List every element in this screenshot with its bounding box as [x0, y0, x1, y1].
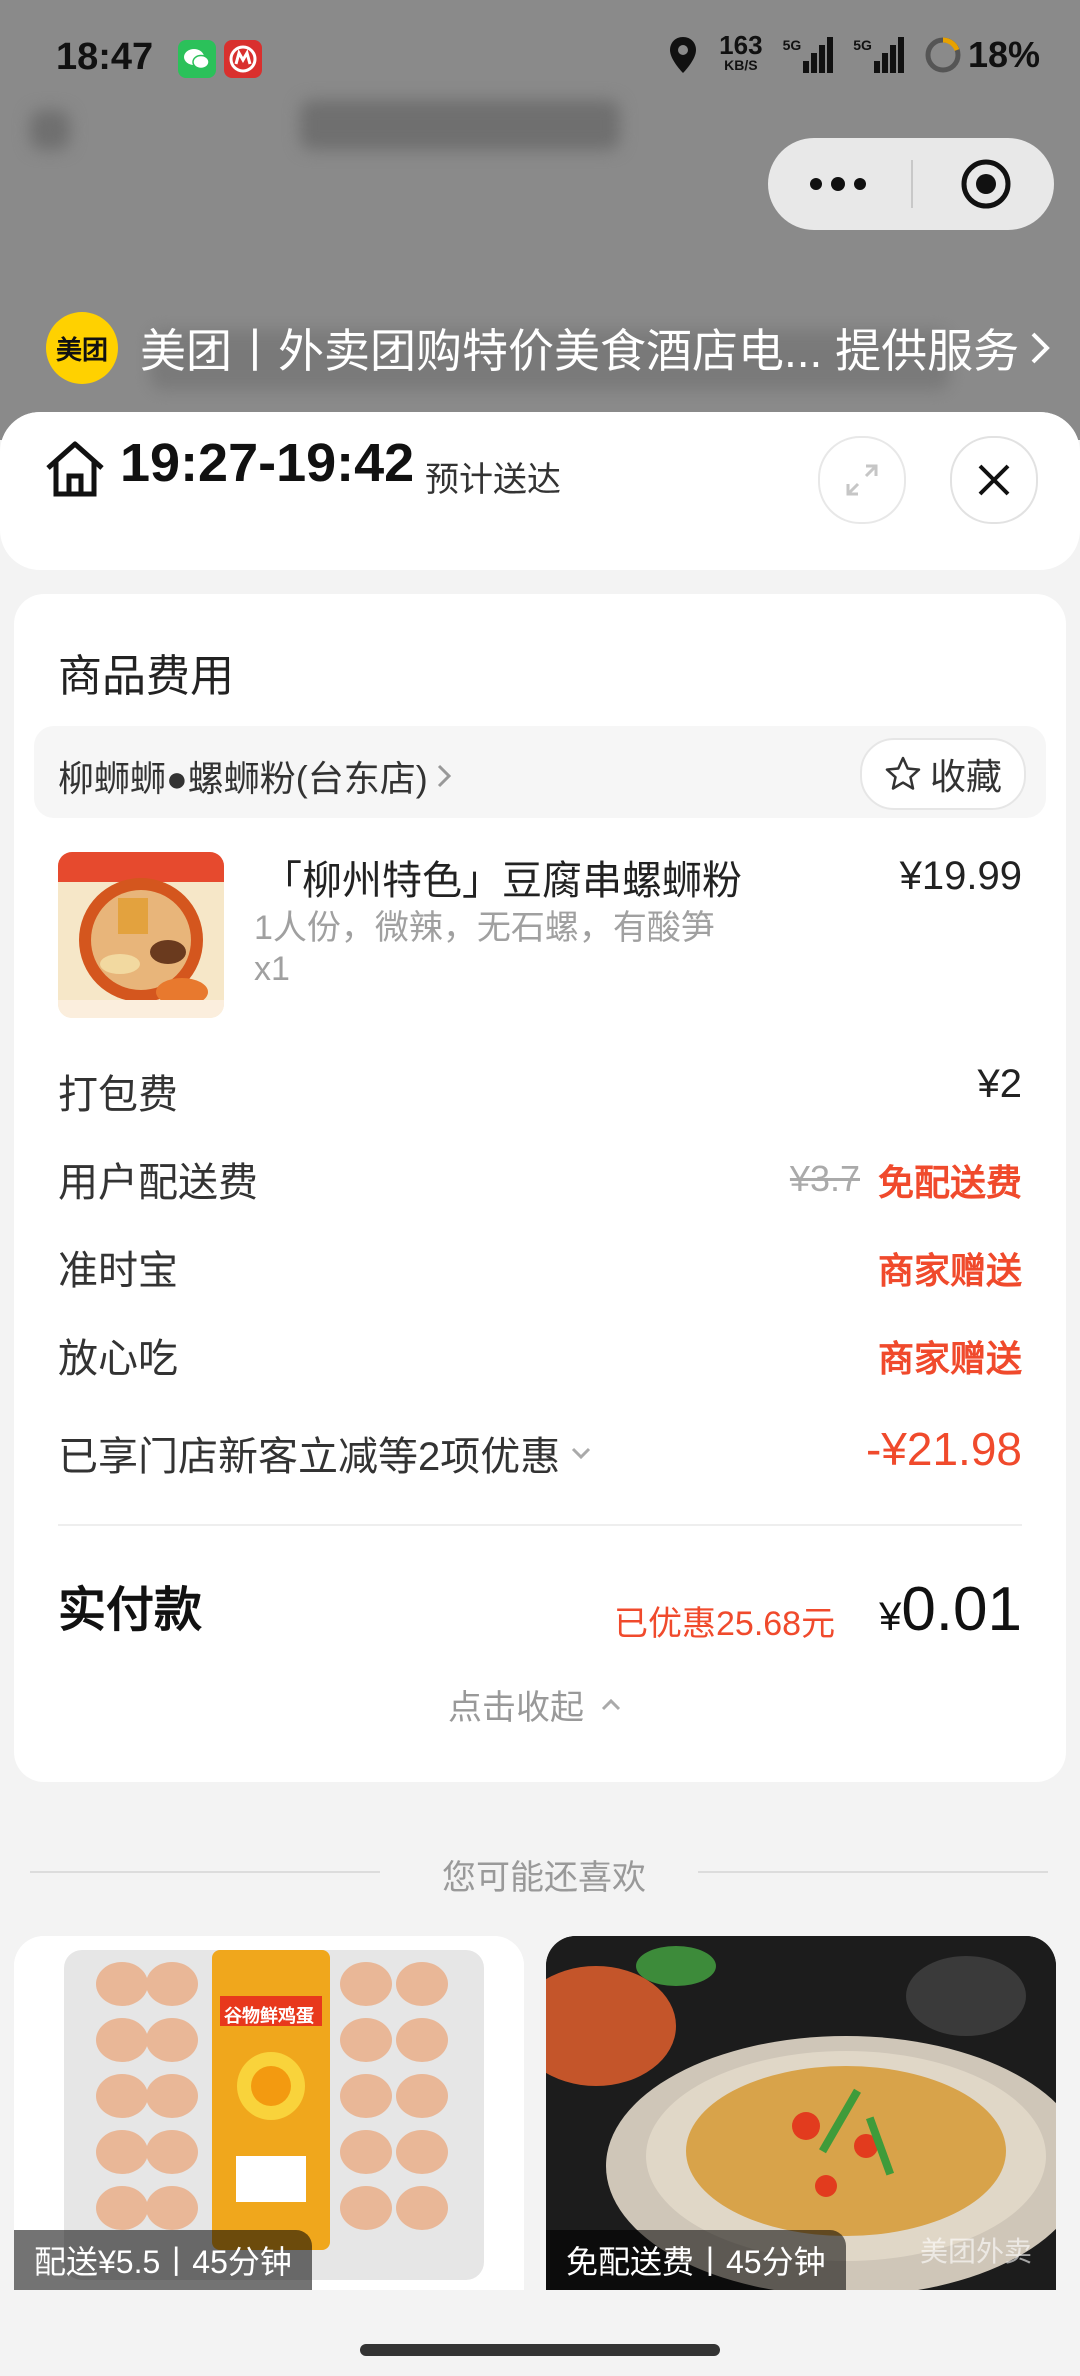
- store-name[interactable]: 柳蛳蛳●螺蛳粉(台东店): [58, 750, 454, 802]
- blurred-page-title: [300, 100, 620, 150]
- provider-row[interactable]: 美团 美团丨外卖团购特价美食酒店电... 提供服务: [46, 312, 1053, 384]
- close-icon: [978, 464, 1010, 496]
- discount-label: 已享门店新客立减等2项优惠: [58, 1435, 561, 1479]
- product-spec: 1人份，微辣，无石螺，有酸笋: [254, 909, 715, 947]
- safe-eat-label: 放心吃: [58, 1337, 178, 1381]
- section-title: 商品费用: [58, 652, 234, 701]
- packing-fee-label: 打包费: [58, 1073, 178, 1117]
- currency-symbol: ¥: [879, 1595, 902, 1639]
- product-quantity: x1: [254, 950, 290, 988]
- saved-amount: 已优惠25.68元: [614, 1605, 836, 1643]
- recommend-title: 您可能还喜欢: [442, 1859, 646, 1897]
- product-name: 「柳州特色」豆腐串螺蛳粉: [262, 859, 742, 903]
- recommend-card-oyster[interactable]: 美团外卖 免配送费丨45分钟: [546, 1936, 1056, 2290]
- delivery-fee-label: 用户配送费: [58, 1161, 258, 1205]
- delivery-fee-value: 免配送费: [877, 1162, 1022, 1203]
- chevron-right-icon: [437, 764, 451, 788]
- favorite-label: 收藏: [929, 756, 1002, 797]
- divider: [58, 1524, 1022, 1526]
- recommend-card-eggs[interactable]: 谷物鲜鸡蛋 配送¥5.5丨45分钟: [14, 1936, 524, 2290]
- packing-fee-value: ¥2: [977, 1062, 1023, 1106]
- battery-ring-icon: [925, 37, 961, 73]
- close-miniprogram-icon[interactable]: [956, 158, 1016, 210]
- home-indicator[interactable]: [360, 2344, 720, 2356]
- chevron-up-icon: [601, 1698, 621, 1710]
- collapse-label: 点击收起: [448, 1689, 584, 1727]
- ontime-label: 准时宝: [58, 1249, 178, 1293]
- bank-app-icon: [224, 40, 262, 78]
- blurred-back-icon: [30, 110, 70, 150]
- eggs-image-label: 谷物鲜鸡蛋: [224, 2006, 314, 2026]
- chevron-down-icon: [572, 1447, 591, 1460]
- paid-amount-value: 0.01: [901, 1575, 1022, 1644]
- expand-button[interactable]: [818, 436, 906, 524]
- ontime-value: 商家赠送: [877, 1250, 1022, 1291]
- meituan-logo: 美团: [46, 312, 118, 384]
- divider-line: [30, 1871, 380, 1873]
- meituan-watermark: 美团外卖: [919, 2236, 1032, 2267]
- provider-text: 美团丨外卖团购特价美食酒店电... 提供服务: [140, 325, 1020, 377]
- eta-label: 预计送达: [425, 461, 561, 499]
- more-menu-icon[interactable]: [806, 160, 870, 208]
- discount-value: -¥21.98: [865, 1423, 1022, 1475]
- discount-row[interactable]: 已享门店新客立减等2项优惠: [58, 1424, 594, 1482]
- product-price: ¥19.99: [899, 854, 1022, 898]
- divider-line: [698, 1871, 1048, 1873]
- paid-label: 实付款: [58, 1584, 203, 1637]
- capsule-divider: [911, 160, 913, 208]
- favorite-button[interactable]: 收藏: [860, 738, 1026, 810]
- product-image[interactable]: [58, 852, 224, 1018]
- battery-percent: 18%: [967, 34, 1040, 75]
- paid-amount: ¥0.01: [879, 1574, 1022, 1645]
- store-name-text: 柳蛳蛳●螺蛳粉(台东店): [58, 758, 428, 799]
- expand-icon: [846, 464, 878, 496]
- eta-time: 19:27-19:42: [120, 433, 415, 493]
- delivery-fee-original: ¥3.7: [789, 1158, 860, 1199]
- delivery-badge: 免配送费丨45分钟: [546, 2230, 846, 2290]
- signal-5g-icon-2: 5G: [853, 37, 904, 73]
- star-icon: [885, 756, 921, 790]
- status-time: 18:47: [56, 36, 154, 78]
- signal-5g-icon: 5G: [783, 37, 834, 73]
- safe-eat-value: 商家赠送: [877, 1338, 1022, 1379]
- close-button[interactable]: [950, 436, 1038, 524]
- location-icon: [670, 37, 697, 73]
- wechat-icon: [178, 40, 216, 78]
- home-icon: [42, 436, 108, 507]
- chevron-right-icon: [1031, 332, 1050, 364]
- net-speed: 163 KB/S: [719, 30, 763, 73]
- collapse-button[interactable]: 点击收起: [448, 1680, 624, 1729]
- status-icons: 163 KB/S 5G 5G 18%: [667, 30, 1040, 76]
- delivery-badge: 配送¥5.5丨45分钟: [14, 2230, 312, 2290]
